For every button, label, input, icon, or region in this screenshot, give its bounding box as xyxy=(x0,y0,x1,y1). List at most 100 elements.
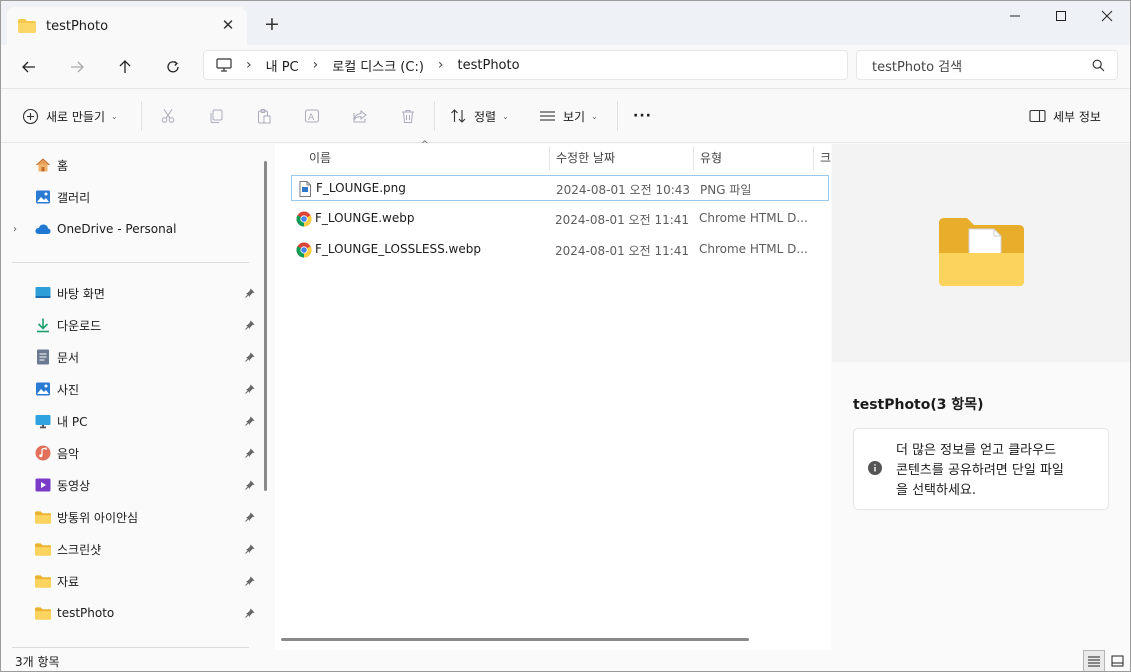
pin-icon[interactable] xyxy=(245,351,255,365)
nav-scrollbar[interactable] xyxy=(264,161,267,491)
up-button[interactable] xyxy=(111,53,139,81)
address-row: › 내 PC › 로컬 디스크 (C:) › testPhoto testPho… xyxy=(1,45,1130,89)
search-icon[interactable] xyxy=(1092,59,1105,76)
column-divider[interactable] xyxy=(813,146,814,170)
pin-icon[interactable] xyxy=(245,575,255,589)
nav-label: 문서 xyxy=(57,350,80,365)
chevron-down-icon: ⌄ xyxy=(591,111,598,121)
horizontal-scrollbar[interactable] xyxy=(281,638,749,641)
file-type: Chrome HTML D... xyxy=(699,211,808,225)
pc-icon xyxy=(216,58,232,72)
file-type: Chrome HTML D... xyxy=(699,242,808,256)
column-divider[interactable] xyxy=(693,146,694,170)
pictures-icon xyxy=(35,381,51,397)
nav-item-my-pc[interactable]: 내 PC xyxy=(35,409,255,433)
share-icon[interactable] xyxy=(348,104,372,128)
minimize-button[interactable] xyxy=(992,1,1038,31)
file-name: F_LOUNGE.webp xyxy=(315,211,415,225)
nav-label: 내 PC xyxy=(57,414,88,429)
nav-item-home[interactable]: 홈 xyxy=(35,153,255,177)
details-pane-button[interactable]: 세부 정보 xyxy=(1029,103,1101,129)
maximize-button[interactable] xyxy=(1038,1,1084,31)
divider xyxy=(141,101,142,131)
file-list: ^ 이름 수정한 날짜 유형 크 F_LOUNGE.png 2024-08-01… xyxy=(275,140,831,650)
nav-label: 방통위 아이안심 xyxy=(57,510,139,525)
pin-icon[interactable] xyxy=(245,607,255,621)
nav-item-videos[interactable]: 동영상 xyxy=(35,473,255,497)
column-header-type[interactable]: 유형 xyxy=(700,144,810,170)
cloud-icon xyxy=(35,221,51,237)
more-options-button[interactable]: ··· xyxy=(633,103,652,129)
pin-icon[interactable] xyxy=(245,319,255,333)
pc-icon xyxy=(35,413,51,429)
file-date: 2024-08-01 오전 10:43 xyxy=(556,183,691,197)
details-title: testPhoto(3 항목) xyxy=(853,397,984,413)
pin-icon[interactable] xyxy=(245,511,255,525)
file-name: F_LOUNGE_LOSSLESS.webp xyxy=(315,242,481,256)
pin-icon[interactable] xyxy=(245,415,255,429)
breadcrumb-separator[interactable]: › xyxy=(438,57,444,73)
nav-item-gallery[interactable]: 갤러리 xyxy=(35,185,255,209)
nav-item-pictures[interactable]: 사진 xyxy=(35,377,255,401)
file-date: 2024-08-01 오전 11:41 xyxy=(555,213,690,227)
video-icon xyxy=(35,477,51,493)
nav-item-music[interactable]: 음악 xyxy=(35,441,255,465)
details-view-icon xyxy=(1087,655,1101,667)
search-box[interactable]: testPhoto 검색 xyxy=(856,50,1118,80)
back-button[interactable] xyxy=(15,53,43,81)
tab-testphoto[interactable]: testPhoto ✕ xyxy=(7,7,247,45)
nav-label: 다운로드 xyxy=(57,318,102,333)
delete-icon[interactable] xyxy=(396,104,420,128)
folder-icon xyxy=(35,541,51,557)
pin-icon[interactable] xyxy=(245,447,255,461)
column-header-date[interactable]: 수정한 날짜 xyxy=(556,144,686,170)
nav-item-documents[interactable]: 문서 xyxy=(35,345,255,369)
new-tab-button[interactable]: + xyxy=(261,13,283,35)
view-button[interactable]: 보기 ⌄ xyxy=(539,103,598,129)
address-bar[interactable]: › 내 PC › 로컬 디스크 (C:) › testPhoto xyxy=(203,50,848,80)
close-window-button[interactable] xyxy=(1084,1,1130,31)
pin-icon[interactable] xyxy=(245,479,255,493)
cut-icon[interactable] xyxy=(156,104,180,128)
forward-button[interactable] xyxy=(63,53,91,81)
pin-icon[interactable] xyxy=(245,383,255,397)
rename-icon[interactable]: A xyxy=(300,104,324,128)
close-tab-icon[interactable]: ✕ xyxy=(219,16,237,34)
nav-item-folder-screenshots[interactable]: 스크린샷 xyxy=(35,537,255,561)
nav-item-desktop[interactable]: 바탕 화면 xyxy=(35,281,255,305)
sort-button[interactable]: 정렬 ⌄ xyxy=(450,103,509,129)
pin-icon[interactable] xyxy=(245,543,255,557)
nav-item-downloads[interactable]: 다운로드 xyxy=(35,313,255,337)
breadcrumb-testphoto[interactable]: testPhoto xyxy=(458,58,520,73)
nav-item-onedrive[interactable]: OneDrive - Personal xyxy=(35,217,255,241)
info-icon xyxy=(868,461,882,478)
file-row[interactable]: F_LOUNGE.webp 2024-08-01 오전 11:41 Chrome… xyxy=(291,206,829,232)
nav-item-folder-anshim[interactable]: 방통위 아이안심 xyxy=(35,505,255,529)
file-row[interactable]: F_LOUNGE_LOSSLESS.webp 2024-08-01 오전 11:… xyxy=(291,237,829,263)
refresh-button[interactable] xyxy=(159,53,187,81)
divider xyxy=(434,101,435,131)
large-icons-view-button[interactable] xyxy=(1106,650,1128,671)
home-icon xyxy=(35,157,51,173)
pin-icon[interactable] xyxy=(245,287,255,301)
copy-icon[interactable] xyxy=(204,104,228,128)
breadcrumb-local-disk[interactable]: 로컬 디스크 (C:) xyxy=(332,56,424,75)
file-row[interactable]: F_LOUNGE.png 2024-08-01 오전 10:43 PNG 파일 xyxy=(291,175,829,201)
column-header-name[interactable]: 이름 xyxy=(309,144,549,170)
breadcrumb-my-pc[interactable]: 내 PC xyxy=(266,56,299,75)
nav-item-folder-materials[interactable]: 자료 xyxy=(35,569,255,593)
breadcrumb-separator[interactable]: › xyxy=(313,57,319,73)
view-label: 보기 xyxy=(563,109,586,124)
breadcrumb-separator[interactable]: › xyxy=(246,57,252,73)
details-view-button[interactable] xyxy=(1083,650,1105,671)
png-file-icon xyxy=(297,181,313,197)
new-button[interactable]: 새로 만들기 ⌄ xyxy=(22,103,118,129)
nav-item-folder-testphoto[interactable]: testPhoto xyxy=(35,601,255,625)
file-type: PNG 파일 xyxy=(700,183,752,197)
column-header-size[interactable]: 크 xyxy=(820,144,831,170)
expand-chevron-icon[interactable]: › xyxy=(13,224,17,235)
paste-icon[interactable] xyxy=(252,104,276,128)
column-divider[interactable] xyxy=(549,146,550,170)
search-placeholder: testPhoto 검색 xyxy=(872,59,963,75)
command-bar: 새로 만들기 ⌄ A 정렬 ⌄ 보기 ⌄ ··· 세부 정보 xyxy=(1,89,1130,143)
